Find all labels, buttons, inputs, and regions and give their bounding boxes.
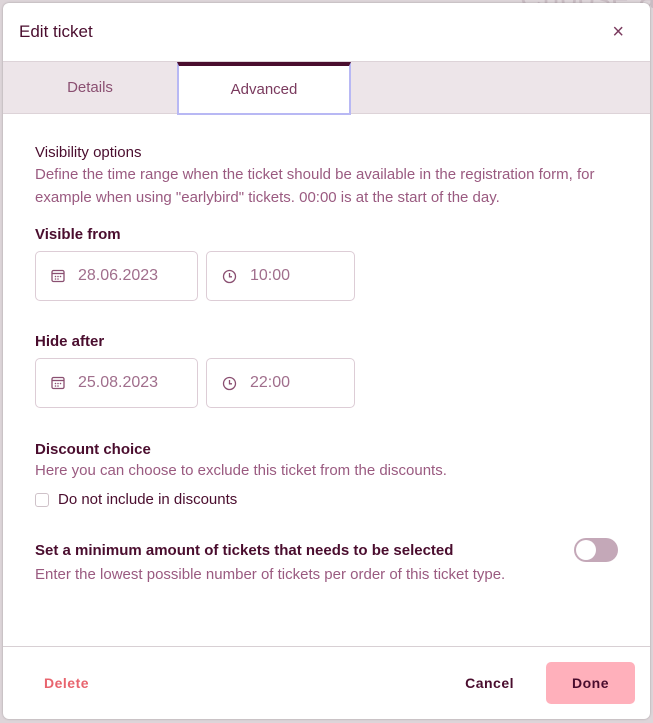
hide-after-row: 25.08.2023 22:00 (35, 358, 618, 408)
dialog-footer: Delete Cancel Done (3, 646, 650, 719)
hide-after-time-input[interactable]: 22:00 (206, 358, 355, 408)
cancel-button[interactable]: Cancel (433, 675, 546, 691)
calendar-icon (51, 269, 65, 283)
clock-icon (222, 269, 237, 283)
minimum-tickets-heading: Set a minimum amount of tickets that nee… (35, 541, 454, 559)
minimum-tickets-row: Set a minimum amount of tickets that nee… (35, 538, 618, 562)
clock-icon (222, 376, 237, 390)
done-button[interactable]: Done (546, 662, 635, 704)
toggle-knob (576, 540, 596, 560)
edit-ticket-dialog: Edit ticket × Details Advanced Visibilit… (3, 3, 650, 719)
minimum-tickets-toggle[interactable] (574, 538, 618, 562)
visible-from-date-input[interactable]: 28.06.2023 (35, 251, 198, 301)
dialog-title: Edit ticket (19, 22, 93, 41)
discount-description: Here you can choose to exclude this tick… (35, 462, 447, 479)
visibility-heading: Visibility options (35, 144, 142, 161)
visible-from-label: Visible from (35, 226, 121, 243)
exclude-discount-option[interactable]: Do not include in discounts (35, 491, 618, 508)
hide-after-date-value: 25.08.2023 (78, 374, 159, 391)
hide-after-label: Hide after (35, 333, 105, 350)
visibility-description: Define the time range when the ticket sh… (35, 166, 595, 206)
discount-heading: Discount choice (35, 441, 151, 458)
visible-from-time-input[interactable]: 10:00 (206, 251, 355, 301)
minimum-tickets-description: Enter the lowest possible number of tick… (35, 566, 506, 583)
hide-after-time-value: 22:00 (250, 374, 291, 391)
hide-after-date-input[interactable]: 25.08.2023 (35, 358, 198, 408)
dialog-header: Edit ticket × (3, 3, 650, 61)
visible-from-date-value: 28.06.2023 (78, 267, 159, 284)
visible-from-time-value: 10:00 (250, 267, 291, 284)
advanced-content: Visibility options Define the time range… (3, 114, 650, 586)
close-icon[interactable]: × (612, 22, 624, 42)
tab-bar: Details Advanced (3, 61, 650, 115)
delete-button[interactable]: Delete (23, 675, 110, 691)
exclude-discount-checkbox[interactable] (35, 492, 49, 507)
tab-advanced[interactable]: Advanced (177, 62, 351, 115)
exclude-discount-label: Do not include in discounts (58, 491, 238, 508)
tab-details[interactable]: Details (3, 62, 177, 113)
visible-from-row: 28.06.2023 10:00 (35, 251, 618, 301)
calendar-icon (51, 376, 65, 390)
